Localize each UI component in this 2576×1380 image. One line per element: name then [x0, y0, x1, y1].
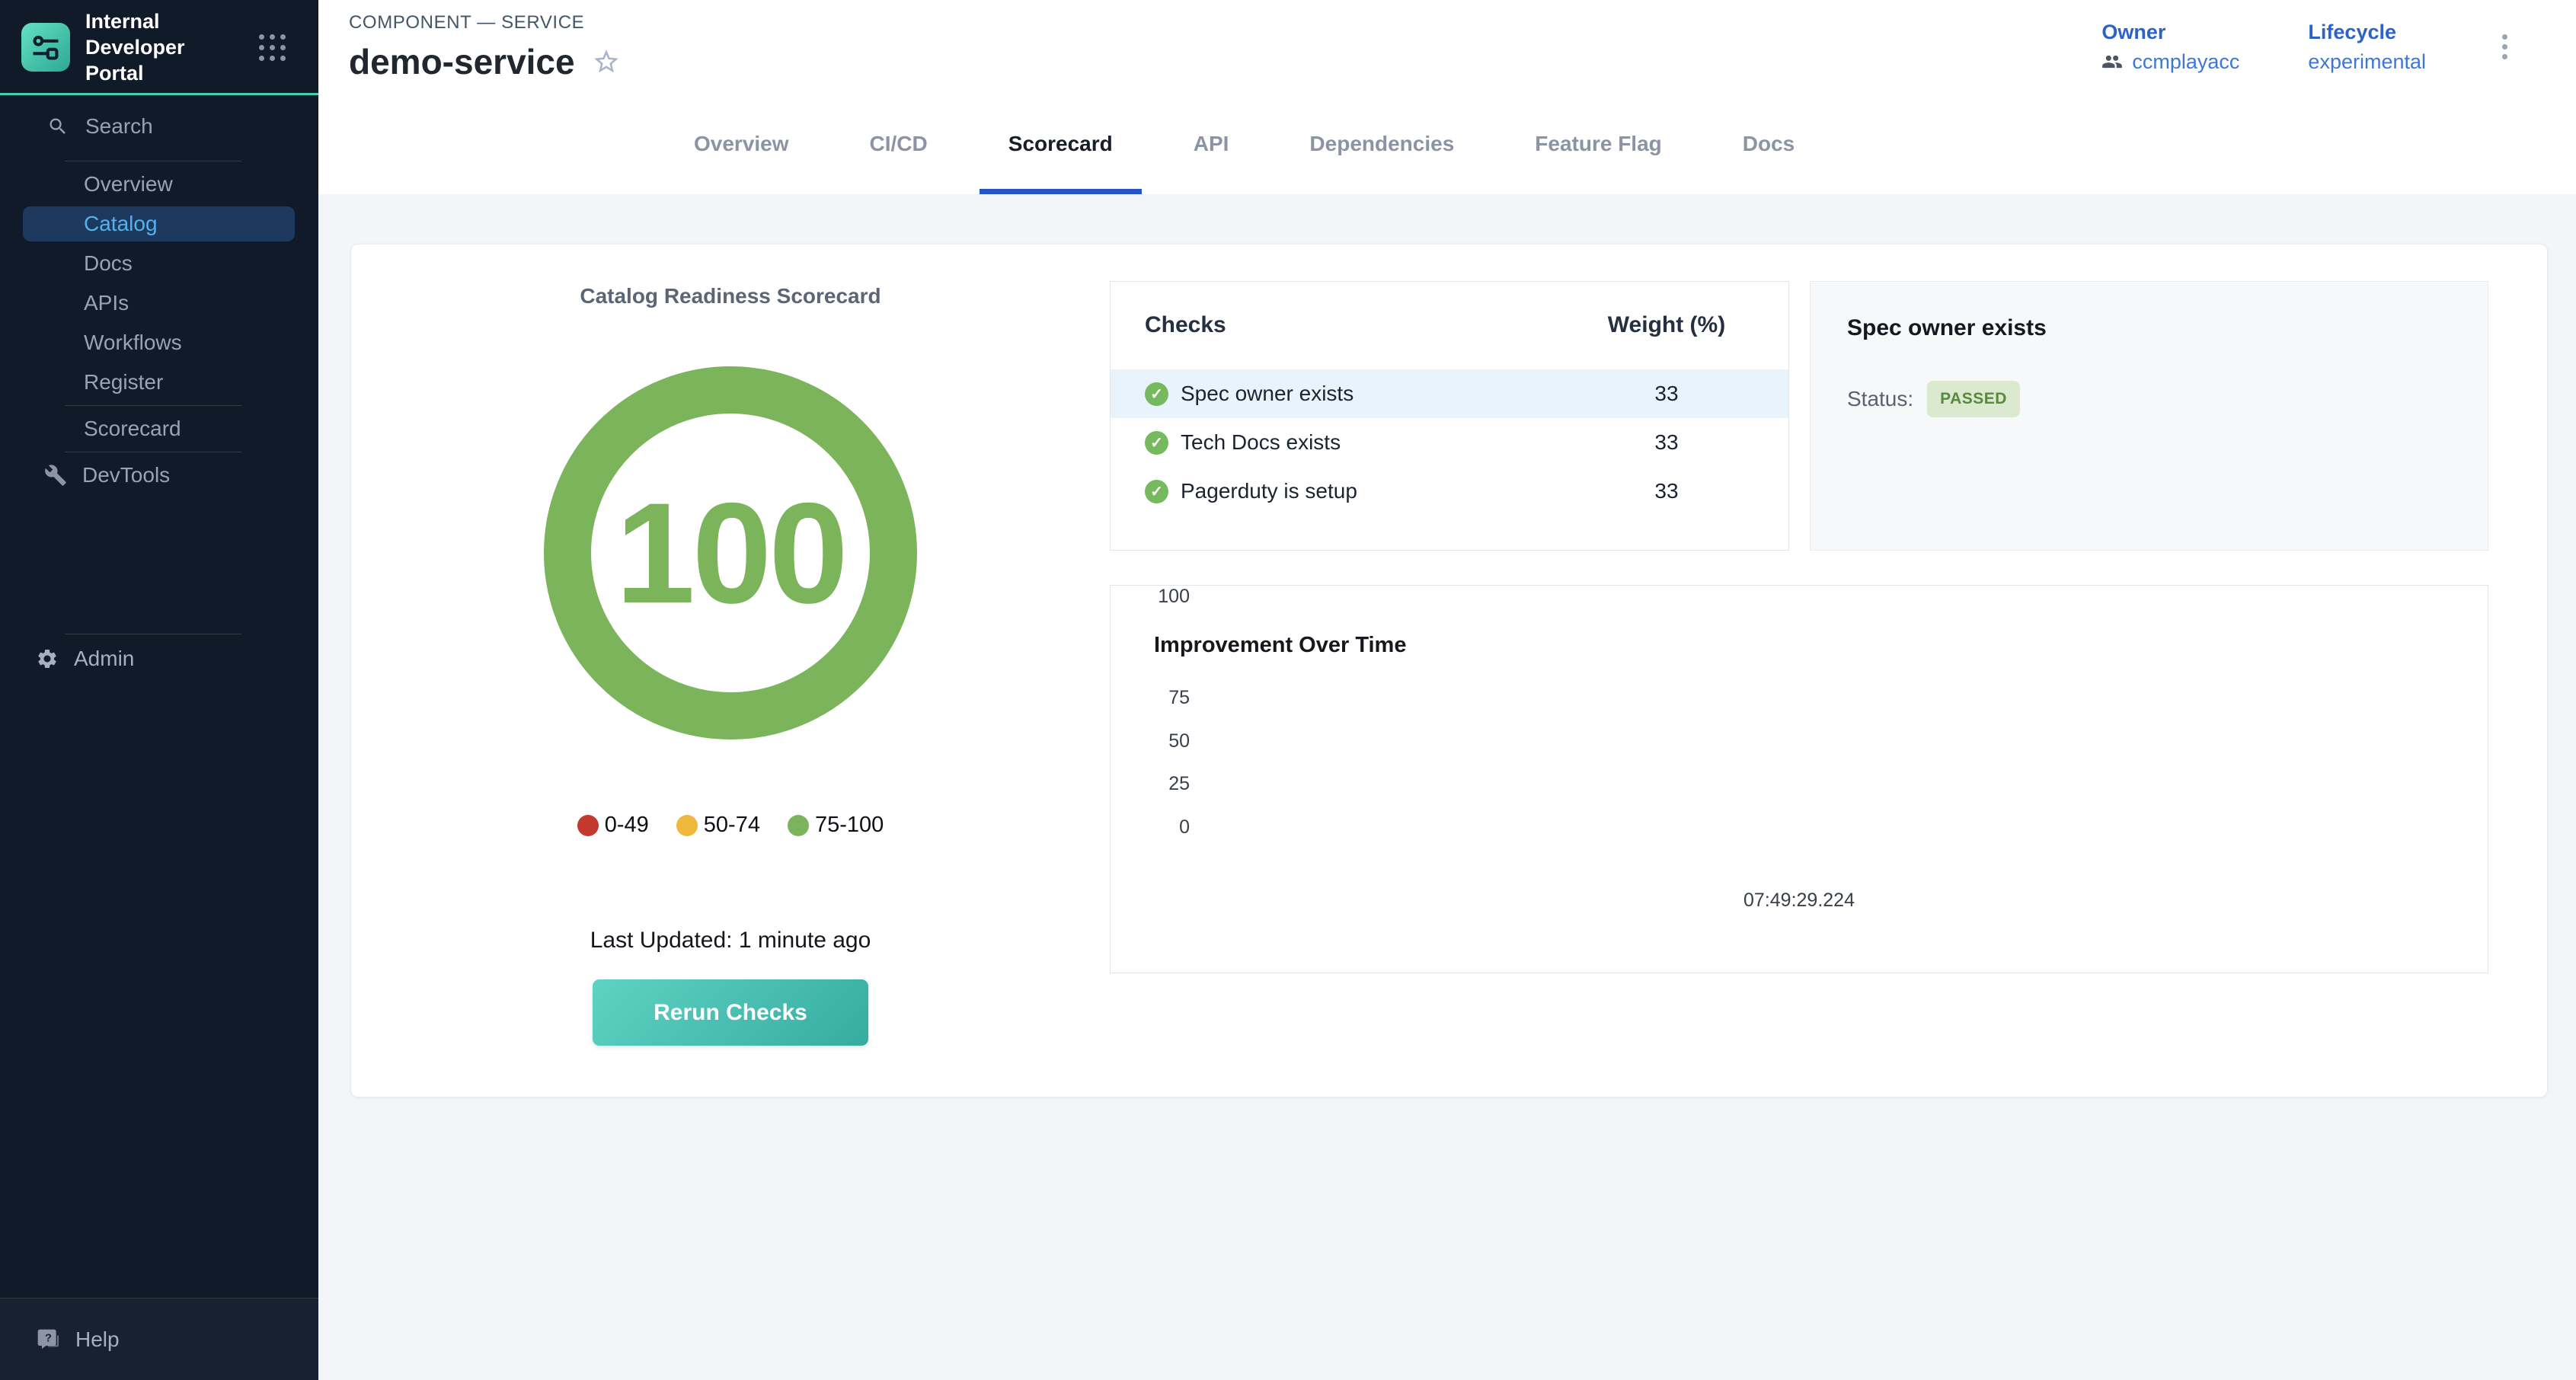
sidebar-spacer: [0, 495, 318, 631]
check-detail-title: Spec owner exists: [1847, 315, 2451, 341]
weight-header: Weight (%): [1579, 312, 1754, 338]
y-axis-tick: 100: [1144, 586, 1190, 608]
sidebar-item-scorecard[interactable]: Scorecard: [0, 409, 318, 449]
sidebar-nav: Overview Catalog Docs APIs Workflows Reg…: [0, 165, 318, 402]
svg-text:?: ?: [45, 1332, 52, 1344]
tab-docs[interactable]: Docs: [1714, 94, 1823, 194]
sidebar-item-admin[interactable]: Admin: [0, 637, 318, 680]
help-chat-icon: ?: [36, 1327, 60, 1352]
page-title: demo-service: [349, 41, 575, 82]
chart-title: Improvement Over Time: [1154, 633, 1406, 658]
sidebar-item-apis[interactable]: APIs: [0, 283, 318, 323]
lifecycle-label: Lifecycle: [2308, 21, 2426, 44]
legend-item-high: 75-100: [788, 813, 884, 838]
app-window: Internal Developer Portal Search Overvie…: [0, 0, 2576, 1380]
owner-value: ccmplayacc: [2132, 50, 2239, 74]
legend-dot-red: [577, 815, 599, 836]
tab-feature-flag[interactable]: Feature Flag: [1506, 94, 1690, 194]
sidebar-item-overview[interactable]: Overview: [0, 165, 318, 204]
tab-content: Catalog Readiness Scorecard 100 0-49 50-…: [318, 194, 2576, 1380]
favorite-star-icon[interactable]: [592, 47, 621, 76]
gauge-title: Catalog Readiness Scorecard: [580, 284, 881, 308]
tab-overview[interactable]: Overview: [665, 94, 818, 194]
sidebar-item-workflows[interactable]: Workflows: [0, 323, 318, 363]
y-axis-tick: 75: [1144, 687, 1190, 709]
scorecard-card: Catalog Readiness Scorecard 100 0-49 50-…: [350, 244, 2548, 1097]
entity-meta: Owner ccmplayacc Lifecycle experimental: [2101, 21, 2515, 74]
group-icon: [2101, 51, 2123, 72]
devtools-label: DevTools: [82, 463, 170, 487]
lifecycle-block: Lifecycle experimental: [2308, 21, 2426, 74]
legend-label: 50-74: [704, 813, 760, 838]
entity-tabbar: Overview CI/CD Scorecard API Dependencie…: [318, 94, 2576, 194]
sidebar-item-devtools[interactable]: DevTools: [0, 455, 318, 495]
legend-dot-green: [788, 815, 809, 836]
improvement-chart-panel: Improvement Over Time 100 75 50 25 0 07:…: [1110, 585, 2488, 973]
checks-header-row: Checks Weight (%): [1111, 282, 1788, 338]
check-circle-icon: ✓: [1145, 480, 1168, 503]
status-label: Status:: [1847, 387, 1913, 411]
gauge-column: Catalog Readiness Scorecard 100 0-49 50-…: [351, 244, 1110, 1097]
y-axis-tick: 0: [1144, 816, 1190, 839]
checks-panel: Checks Weight (%) ✓ Spec owner exists 33…: [1110, 281, 1789, 551]
check-detail-panel: Spec owner exists Status: PASSED: [1810, 281, 2488, 551]
search-icon: [47, 116, 69, 137]
check-circle-icon: ✓: [1145, 382, 1168, 406]
sidebar-item-register[interactable]: Register: [0, 363, 318, 402]
y-axis-tick: 25: [1144, 773, 1190, 795]
tab-dependencies[interactable]: Dependencies: [1280, 94, 1483, 194]
sidebar: Internal Developer Portal Search Overvie…: [0, 0, 318, 1380]
owner-block: Owner ccmplayacc: [2101, 21, 2239, 74]
tab-cicd[interactable]: CI/CD: [841, 94, 957, 194]
search-label: Search: [85, 114, 153, 139]
last-updated-text: Last Updated: 1 minute ago: [590, 928, 871, 954]
owner-label: Owner: [2101, 21, 2239, 44]
owner-link[interactable]: ccmplayacc: [2101, 50, 2239, 74]
legend-item-mid: 50-74: [676, 813, 760, 838]
sidebar-item-docs[interactable]: Docs: [0, 244, 318, 283]
score-gauge-ring: 100: [544, 366, 917, 740]
lifecycle-value: experimental: [2308, 50, 2426, 74]
brand-title: Internal Developer Portal: [85, 8, 242, 86]
entity-kind-breadcrumb: COMPONENT — SERVICE: [349, 12, 621, 34]
check-row-tech-docs[interactable]: ✓ Tech Docs exists 33: [1111, 418, 1788, 467]
main-area: COMPONENT — SERVICE demo-service Owner c: [318, 0, 2576, 1380]
rerun-checks-button[interactable]: Rerun Checks: [593, 979, 868, 1046]
gear-icon: [36, 647, 59, 670]
y-axis-tick: 50: [1144, 730, 1190, 752]
sidebar-item-help[interactable]: ? Help: [0, 1318, 120, 1361]
entity-title-block: COMPONENT — SERVICE demo-service: [349, 12, 621, 82]
details-column: Checks Weight (%) ✓ Spec owner exists 33…: [1110, 244, 2547, 1097]
legend-item-low: 0-49: [577, 813, 649, 838]
help-label: Help: [75, 1327, 120, 1352]
more-options-kebab-icon[interactable]: [2495, 27, 2515, 67]
divider: [65, 405, 241, 406]
admin-label: Admin: [74, 647, 134, 671]
portal-logo-icon: [21, 23, 70, 72]
x-axis-tick: 07:49:29.224: [1743, 890, 1855, 912]
entity-header: COMPONENT — SERVICE demo-service Owner c: [318, 0, 2576, 94]
checks-title: Checks: [1145, 312, 1579, 338]
legend-label: 75-100: [815, 813, 884, 838]
score-legend: 0-49 50-74 75-100: [577, 813, 884, 838]
apps-grid-icon[interactable]: [259, 34, 286, 61]
wrench-icon: [44, 464, 67, 487]
brand: Internal Developer Portal: [0, 0, 318, 79]
check-row-pagerduty[interactable]: ✓ Pagerduty is setup 33: [1111, 467, 1788, 516]
legend-label: 0-49: [605, 813, 649, 838]
tab-scorecard[interactable]: Scorecard: [980, 94, 1142, 194]
tab-api[interactable]: API: [1165, 94, 1258, 194]
sidebar-search[interactable]: Search: [0, 95, 318, 158]
legend-dot-yellow: [676, 815, 698, 836]
status-badge: PASSED: [1927, 381, 2020, 417]
sidebar-footer: ? Help: [0, 1298, 318, 1380]
check-circle-icon: ✓: [1145, 431, 1168, 455]
score-value: 100: [615, 471, 845, 635]
check-row-spec-owner[interactable]: ✓ Spec owner exists 33: [1111, 369, 1788, 418]
sidebar-item-catalog[interactable]: Catalog: [23, 206, 295, 241]
